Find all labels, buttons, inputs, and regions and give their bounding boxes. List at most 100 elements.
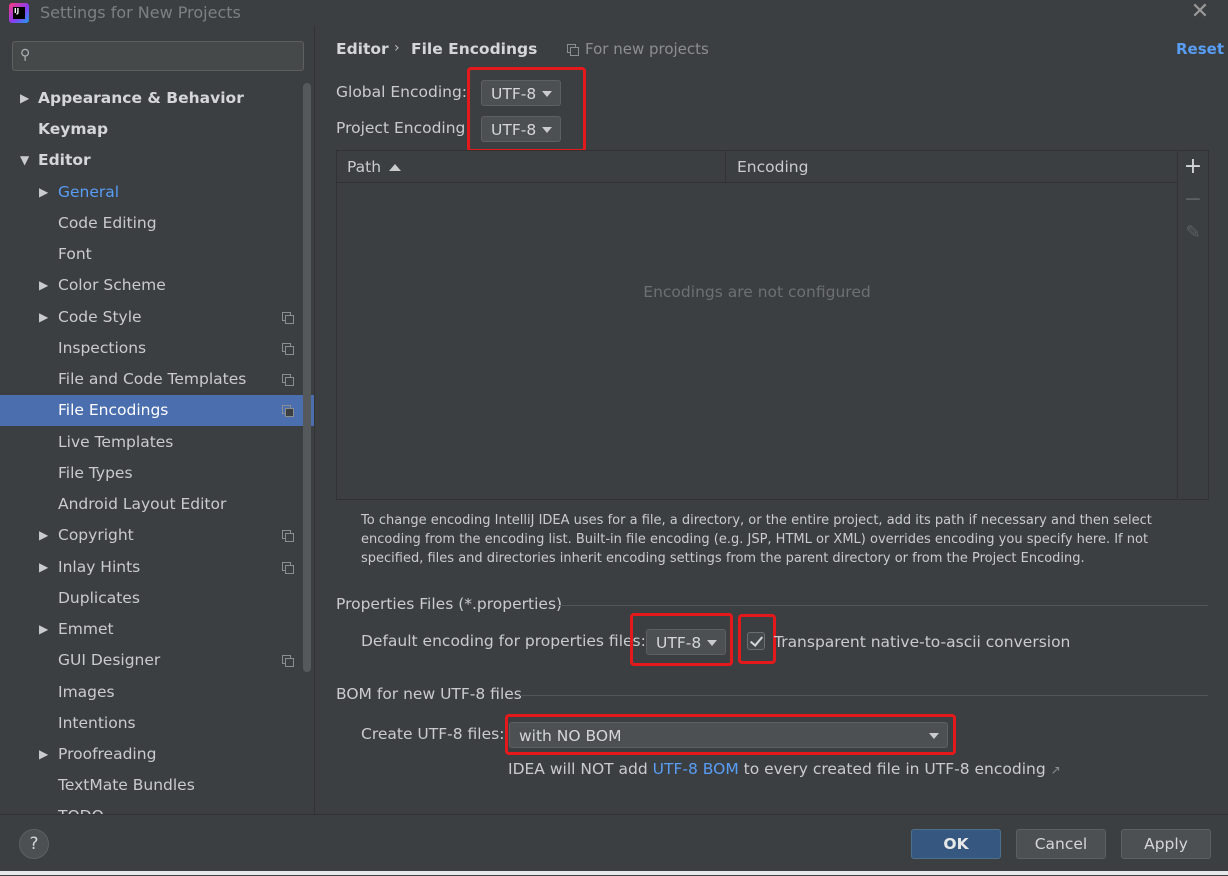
- section-divider: [558, 605, 1208, 606]
- project-scope-icon: [282, 374, 294, 386]
- project-scope-icon: [282, 655, 294, 667]
- section-divider: [520, 695, 1208, 696]
- sidebar-item-live-templates[interactable]: Live Templates: [0, 427, 303, 458]
- sidebar-item-label: Copyright: [58, 526, 134, 544]
- breadcrumb-editor[interactable]: Editor: [336, 40, 389, 58]
- search-icon: ⚲: [20, 47, 31, 63]
- path-encoding-table[interactable]: [336, 150, 1178, 500]
- sidebar-item-images[interactable]: Images: [0, 677, 303, 708]
- help-button[interactable]: ?: [19, 829, 49, 859]
- sidebar-item-color-scheme[interactable]: ▶ Color Scheme: [0, 270, 303, 301]
- sidebar-item-label: Color Scheme: [58, 276, 166, 294]
- global-encoding-select[interactable]: UTF-8: [481, 80, 561, 106]
- column-header-encoding[interactable]: Encoding: [737, 158, 808, 176]
- sidebar-item-label: File Encodings: [58, 401, 169, 419]
- chevron-right-icon: ▶: [39, 528, 49, 542]
- properties-section-title: Properties Files (*.properties): [336, 595, 563, 613]
- sidebar-item-textmate-bundles[interactable]: TextMate Bundles: [0, 770, 303, 801]
- properties-encoding-label: Default encoding for properties files:: [361, 632, 646, 650]
- sidebar-item-font[interactable]: Font: [0, 239, 303, 270]
- sidebar-item-label: Live Templates: [58, 433, 174, 451]
- transparent-conversion-label[interactable]: Transparent native-to-ascii conversion: [774, 633, 1070, 651]
- external-link-icon: ↗: [1050, 763, 1061, 777]
- sidebar-item-general[interactable]: ▶ General: [0, 177, 303, 208]
- sidebar-item-todo[interactable]: TODO: [0, 801, 303, 814]
- sidebar-item-code-style[interactable]: ▶ Code Style: [0, 302, 303, 333]
- checkmark-icon: [749, 633, 764, 647]
- column-divider[interactable]: [725, 151, 726, 182]
- project-encoding-value: UTF-8: [491, 121, 537, 139]
- sidebar-item-gui-designer[interactable]: GUI Designer: [0, 645, 303, 676]
- dropdown-arrow-icon: [707, 640, 717, 646]
- sidebar-item-label: Keymap: [38, 120, 109, 138]
- sidebar-scrollbar[interactable]: [303, 83, 311, 672]
- sidebar-item-emmet[interactable]: ▶ Emmet: [0, 614, 303, 645]
- global-encoding-label: Global Encoding:: [336, 83, 468, 101]
- project-scope-icon: [282, 343, 294, 355]
- chevron-right-icon: ▶: [39, 747, 49, 761]
- sidebar-item-file-code-templates[interactable]: File and Code Templates: [0, 364, 303, 395]
- table-empty-text: Encodings are not configured: [643, 283, 871, 301]
- chevron-right-icon: ▶: [39, 310, 49, 324]
- sidebar-item-label: Android Layout Editor: [58, 495, 227, 513]
- utf8-bom-link[interactable]: UTF-8 BOM: [653, 760, 739, 778]
- cancel-button[interactable]: Cancel: [1016, 829, 1106, 859]
- sidebar-item-label: Appearance & Behavior: [38, 89, 244, 107]
- reset-link[interactable]: Reset: [1176, 40, 1224, 58]
- sort-ascending-icon: [389, 164, 401, 171]
- project-scope-icon: [282, 530, 294, 542]
- chevron-right-icon: ▶: [39, 622, 49, 636]
- sidebar-item-inspections[interactable]: Inspections: [0, 333, 303, 364]
- transparent-conversion-checkbox[interactable]: [747, 632, 765, 650]
- breadcrumb-current: File Encodings: [411, 40, 538, 58]
- create-utf8-label: Create UTF-8 files:: [361, 725, 505, 743]
- project-encoding-label: Project Encoding:: [336, 119, 471, 137]
- sidebar-item-label: Editor: [38, 151, 91, 169]
- sidebar-item-file-types[interactable]: File Types: [0, 458, 303, 489]
- project-scope-icon: [282, 312, 294, 324]
- apply-button[interactable]: Apply: [1121, 829, 1211, 859]
- sidebar-item-duplicates[interactable]: Duplicates: [0, 583, 303, 614]
- properties-encoding-select[interactable]: UTF-8: [646, 629, 726, 655]
- breadcrumb-separator: ›: [394, 40, 400, 56]
- bom-note-prefix: IDEA will NOT add: [508, 760, 653, 778]
- sidebar-item-label: Intentions: [58, 714, 136, 732]
- sidebar-item-proofreading[interactable]: ▶ Proofreading: [0, 739, 303, 770]
- sidebar-item-code-editing[interactable]: Code Editing: [0, 208, 303, 239]
- sidebar-item-label: Font: [58, 245, 92, 263]
- project-encoding-select[interactable]: UTF-8: [481, 116, 561, 142]
- sidebar-item-android-layout-editor[interactable]: Android Layout Editor: [0, 489, 303, 520]
- chevron-right-icon: ▶: [20, 91, 30, 105]
- sidebar-item-label: File Types: [58, 464, 133, 482]
- window-title: Settings for New Projects: [40, 3, 241, 22]
- sidebar-item-appearance-behavior[interactable]: ▶ Appearance & Behavior: [0, 83, 303, 114]
- sidebar-item-label: Proofreading: [58, 745, 157, 763]
- bom-note: IDEA will NOT add UTF-8 BOM to every cre…: [508, 760, 1061, 778]
- create-utf8-select[interactable]: with NO BOM: [509, 722, 948, 748]
- search-input[interactable]: ⚲: [12, 41, 304, 71]
- sidebar-item-inlay-hints[interactable]: ▶ Inlay Hints: [0, 552, 303, 583]
- sidebar-item-file-encodings[interactable]: File Encodings: [0, 395, 314, 426]
- edit-icon[interactable]: ✎: [1182, 221, 1204, 245]
- sidebar-item-label: TODO: [58, 801, 104, 814]
- sidebar-item-keymap[interactable]: Keymap: [0, 114, 303, 145]
- sidebar-item-label: Code Style: [58, 308, 142, 326]
- add-icon[interactable]: +: [1182, 155, 1204, 179]
- properties-encoding-value: UTF-8: [656, 634, 702, 652]
- sidebar-item-copyright[interactable]: ▶ Copyright: [0, 520, 303, 551]
- sidebar-item-editor[interactable]: ▼ Editor: [0, 145, 303, 176]
- sidebar-item-label: Inspections: [58, 339, 147, 357]
- chevron-down-icon: ▼: [20, 153, 30, 167]
- chevron-right-icon: ▶: [39, 278, 49, 292]
- close-icon[interactable]: ✕: [1188, 1, 1212, 25]
- sidebar-item-label: Emmet: [58, 620, 114, 638]
- chevron-right-icon: ▶: [39, 560, 49, 574]
- column-header-path[interactable]: Path: [347, 158, 381, 176]
- sidebar-item-intentions[interactable]: Intentions: [0, 708, 303, 739]
- sidebar-item-label: Images: [58, 683, 115, 701]
- sidebar-item-label: File and Code Templates: [58, 370, 247, 388]
- global-encoding-value: UTF-8: [491, 85, 537, 103]
- project-scope-icon: [282, 405, 294, 417]
- ok-button[interactable]: OK: [911, 829, 1001, 859]
- remove-icon[interactable]: −: [1182, 188, 1204, 212]
